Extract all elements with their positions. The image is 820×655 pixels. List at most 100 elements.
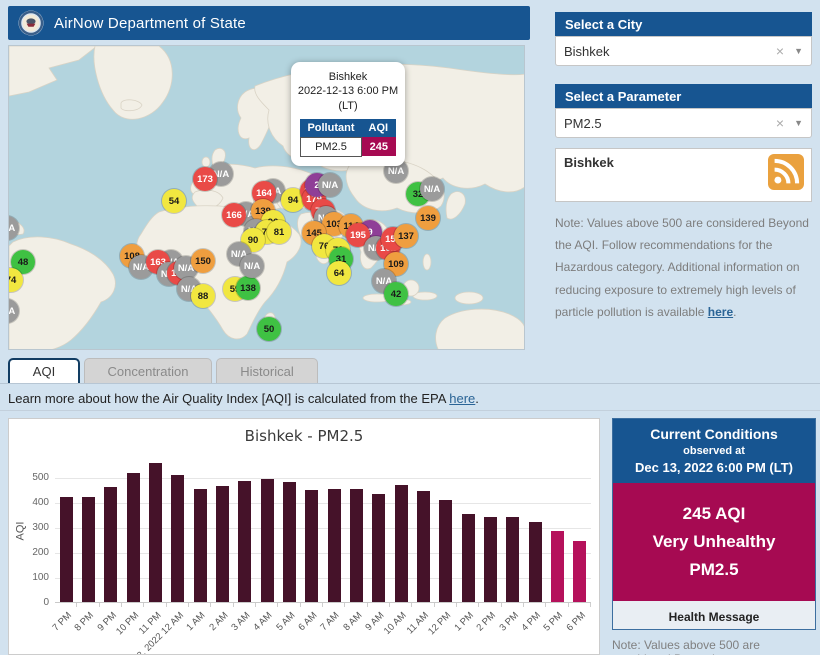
chart-bar-slot: 3, 2022 12 AM (167, 463, 189, 602)
chart-bar-slot: 6 PM (569, 463, 591, 602)
chart-bar-slot: 1 AM (189, 463, 211, 602)
map-marker[interactable]: 137 (394, 224, 418, 248)
popup-pollutant-value: PM2.5 (300, 137, 361, 156)
chart-bar[interactable] (372, 494, 385, 602)
chart-bar-slot: 9 AM (368, 463, 390, 602)
chart-bar-slot: 11 AM (412, 463, 434, 602)
popup-table: Pollutant AQI PM2.5 245 (300, 119, 396, 157)
popup-col-aqi: AQI (362, 119, 396, 138)
x-axis-tick-label: 3 AM (229, 610, 252, 633)
tab-concentration[interactable]: Concentration (84, 358, 212, 383)
chart-bar-slot: 9 PM (100, 463, 122, 602)
map-marker[interactable]: 166 (222, 203, 246, 227)
state-department-seal-icon (18, 10, 44, 36)
chart-bar[interactable] (216, 486, 229, 602)
x-axis-tick-label: 1 PM (452, 610, 475, 633)
chart-bar-slot: 4 PM (524, 463, 546, 602)
chart-bar-slot: 5 AM (278, 463, 300, 602)
chart-bar[interactable] (506, 517, 519, 602)
x-axis-tick-label: 6 AM (296, 610, 319, 633)
x-axis-tick-label: 12 PM (426, 610, 453, 637)
tab-historical[interactable]: Historical (216, 358, 318, 383)
chart-bar[interactable] (462, 514, 475, 602)
chart-plot: 01002003004005007 PM8 PM9 PM10 PM11 PM3,… (55, 463, 591, 603)
chart-bar[interactable] (573, 541, 586, 602)
clear-icon[interactable]: × (776, 43, 784, 59)
rss-icon[interactable] (768, 154, 804, 195)
map-marker[interactable]: 42 (384, 282, 408, 306)
chart-bar[interactable] (350, 489, 363, 602)
chart-bar[interactable] (82, 497, 95, 603)
chart-bar-slot: 10 PM (122, 463, 144, 602)
learn-more-link[interactable]: here (449, 391, 475, 406)
clear-icon[interactable]: × (776, 115, 784, 131)
chart-bar-slot: 3 AM (234, 463, 256, 602)
chart-bar-slot: 3 PM (502, 463, 524, 602)
chart-bar[interactable] (283, 482, 296, 602)
chart-bar[interactable] (439, 500, 452, 603)
chart-bar-slot: 7 PM (55, 463, 77, 602)
sidebar-note-link[interactable]: here (708, 305, 733, 319)
chart-bar[interactable] (328, 489, 341, 602)
parameter-dropdown[interactable]: PM2.5 × ▼ (555, 108, 812, 138)
sidebar-note: Note: Values above 500 are considered Be… (555, 212, 813, 323)
popup-col-pollutant: Pollutant (300, 119, 361, 138)
map-marker[interactable]: 81 (267, 220, 291, 244)
aqi-category: Very Unhealthy (613, 528, 815, 556)
chart-bar[interactable] (238, 481, 251, 603)
y-axis-tick-label: 200 (17, 547, 49, 558)
chart-bar-slot: 10 AM (390, 463, 412, 602)
map-marker[interactable]: 64 (327, 261, 351, 285)
map-marker[interactable]: 54 (162, 189, 186, 213)
chart-bar[interactable] (194, 489, 207, 602)
x-axis-tick-label: 5 AM (274, 610, 297, 633)
chart-bar[interactable] (417, 491, 430, 602)
chart-bar[interactable] (149, 463, 162, 602)
chart-bar-slot: 2 PM (479, 463, 501, 602)
map-marker[interactable]: 138 (236, 276, 260, 300)
map-marker[interactable]: N/A (240, 254, 264, 278)
x-axis-tick-label: 7 AM (319, 610, 342, 633)
chart-bar[interactable] (551, 531, 564, 602)
observed-at-label: observed at (617, 445, 811, 457)
chart-bar[interactable] (395, 485, 408, 602)
map-marker[interactable]: 150 (191, 249, 215, 273)
map-marker[interactable]: 50 (257, 317, 281, 341)
chart-bar[interactable] (261, 479, 274, 602)
rss-feed-box: Bishkek (555, 148, 812, 202)
chart-bar[interactable] (60, 497, 73, 602)
chart-bar-slot: 12 PM (435, 463, 457, 602)
y-axis-tick-label: 0 (17, 597, 49, 608)
map-marker[interactable]: 139 (416, 206, 440, 230)
chart-bar[interactable] (104, 487, 117, 602)
tab-underline (0, 383, 820, 384)
world-map[interactable]: 4874N/AN/A54N/A173N/A164N/A16613996N/A76… (8, 45, 525, 350)
map-marker[interactable]: 88 (191, 284, 215, 308)
chart-bar-slot: 2 AM (211, 463, 233, 602)
x-axis-tick-label: 1 AM (185, 610, 208, 633)
parameter-select-header: Select a Parameter (555, 84, 812, 108)
chart-bar[interactable] (529, 522, 542, 602)
chart-bar[interactable] (171, 475, 184, 602)
chart-bar-slot: 8 AM (345, 463, 367, 602)
parameter-dropdown-value: PM2.5 (564, 116, 776, 131)
chart-bar[interactable] (305, 490, 318, 603)
city-select-header: Select a City (555, 12, 812, 36)
popup-datetime: 2022-12-13 6:00 PM (295, 84, 401, 98)
popup-aqi-value: 245 (362, 137, 396, 156)
current-conditions-title: Current Conditions (617, 426, 811, 442)
chart-bar[interactable] (127, 473, 140, 602)
x-axis-tick-label: 10 AM (382, 610, 409, 637)
map-marker[interactable]: N/A (420, 177, 444, 201)
map-popup: Bishkek 2022-12-13 6:00 PM (LT) Pollutan… (291, 62, 405, 166)
chevron-down-icon[interactable]: ▼ (794, 118, 803, 128)
map-marker[interactable]: 173 (193, 167, 217, 191)
map-marker[interactable]: N/A (318, 173, 342, 197)
aqi-summary-block: 245 AQI Very Unhealthy PM2.5 (613, 483, 815, 601)
tab-aqi[interactable]: AQI (8, 358, 80, 383)
chart-bar-slot: 4 AM (256, 463, 278, 602)
chart-bar[interactable] (484, 517, 497, 603)
x-axis-tick-label: 10 PM (114, 610, 141, 637)
city-dropdown[interactable]: Bishkek × ▼ (555, 36, 812, 66)
chevron-down-icon[interactable]: ▼ (794, 46, 803, 56)
